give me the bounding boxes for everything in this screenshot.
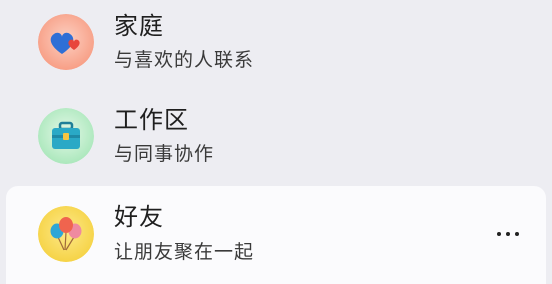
workspace-description: 与同事协作 xyxy=(114,143,215,165)
list-item-friends[interactable]: 好友 让朋友聚在一起 xyxy=(6,186,546,284)
balloons-icon xyxy=(38,206,94,262)
workspace-avatar xyxy=(38,108,94,164)
family-description: 与喜欢的人联系 xyxy=(114,49,255,71)
more-horizontal-icon xyxy=(497,232,501,236)
heart-icon xyxy=(38,14,94,70)
briefcase-icon xyxy=(38,108,94,164)
list-item-family[interactable]: 家庭 与喜欢的人联系 xyxy=(6,0,546,88)
list-item-workspace[interactable]: 工作区 与同事协作 xyxy=(6,94,546,182)
friends-description: 让朋友聚在一起 xyxy=(114,241,255,263)
more-horizontal-icon-dot xyxy=(515,232,519,236)
more-horizontal-icon-dot xyxy=(506,232,510,236)
family-avatar xyxy=(38,14,94,70)
more-options-button[interactable] xyxy=(490,216,526,252)
family-title: 家庭 xyxy=(114,12,164,40)
communities-list: 家庭 与喜欢的人联系 工作区 与同事协作 好友 让朋友聚在一起 xyxy=(0,0,552,284)
friends-avatar xyxy=(38,206,94,262)
friends-title: 好友 xyxy=(114,203,164,231)
workspace-title: 工作区 xyxy=(114,106,189,134)
